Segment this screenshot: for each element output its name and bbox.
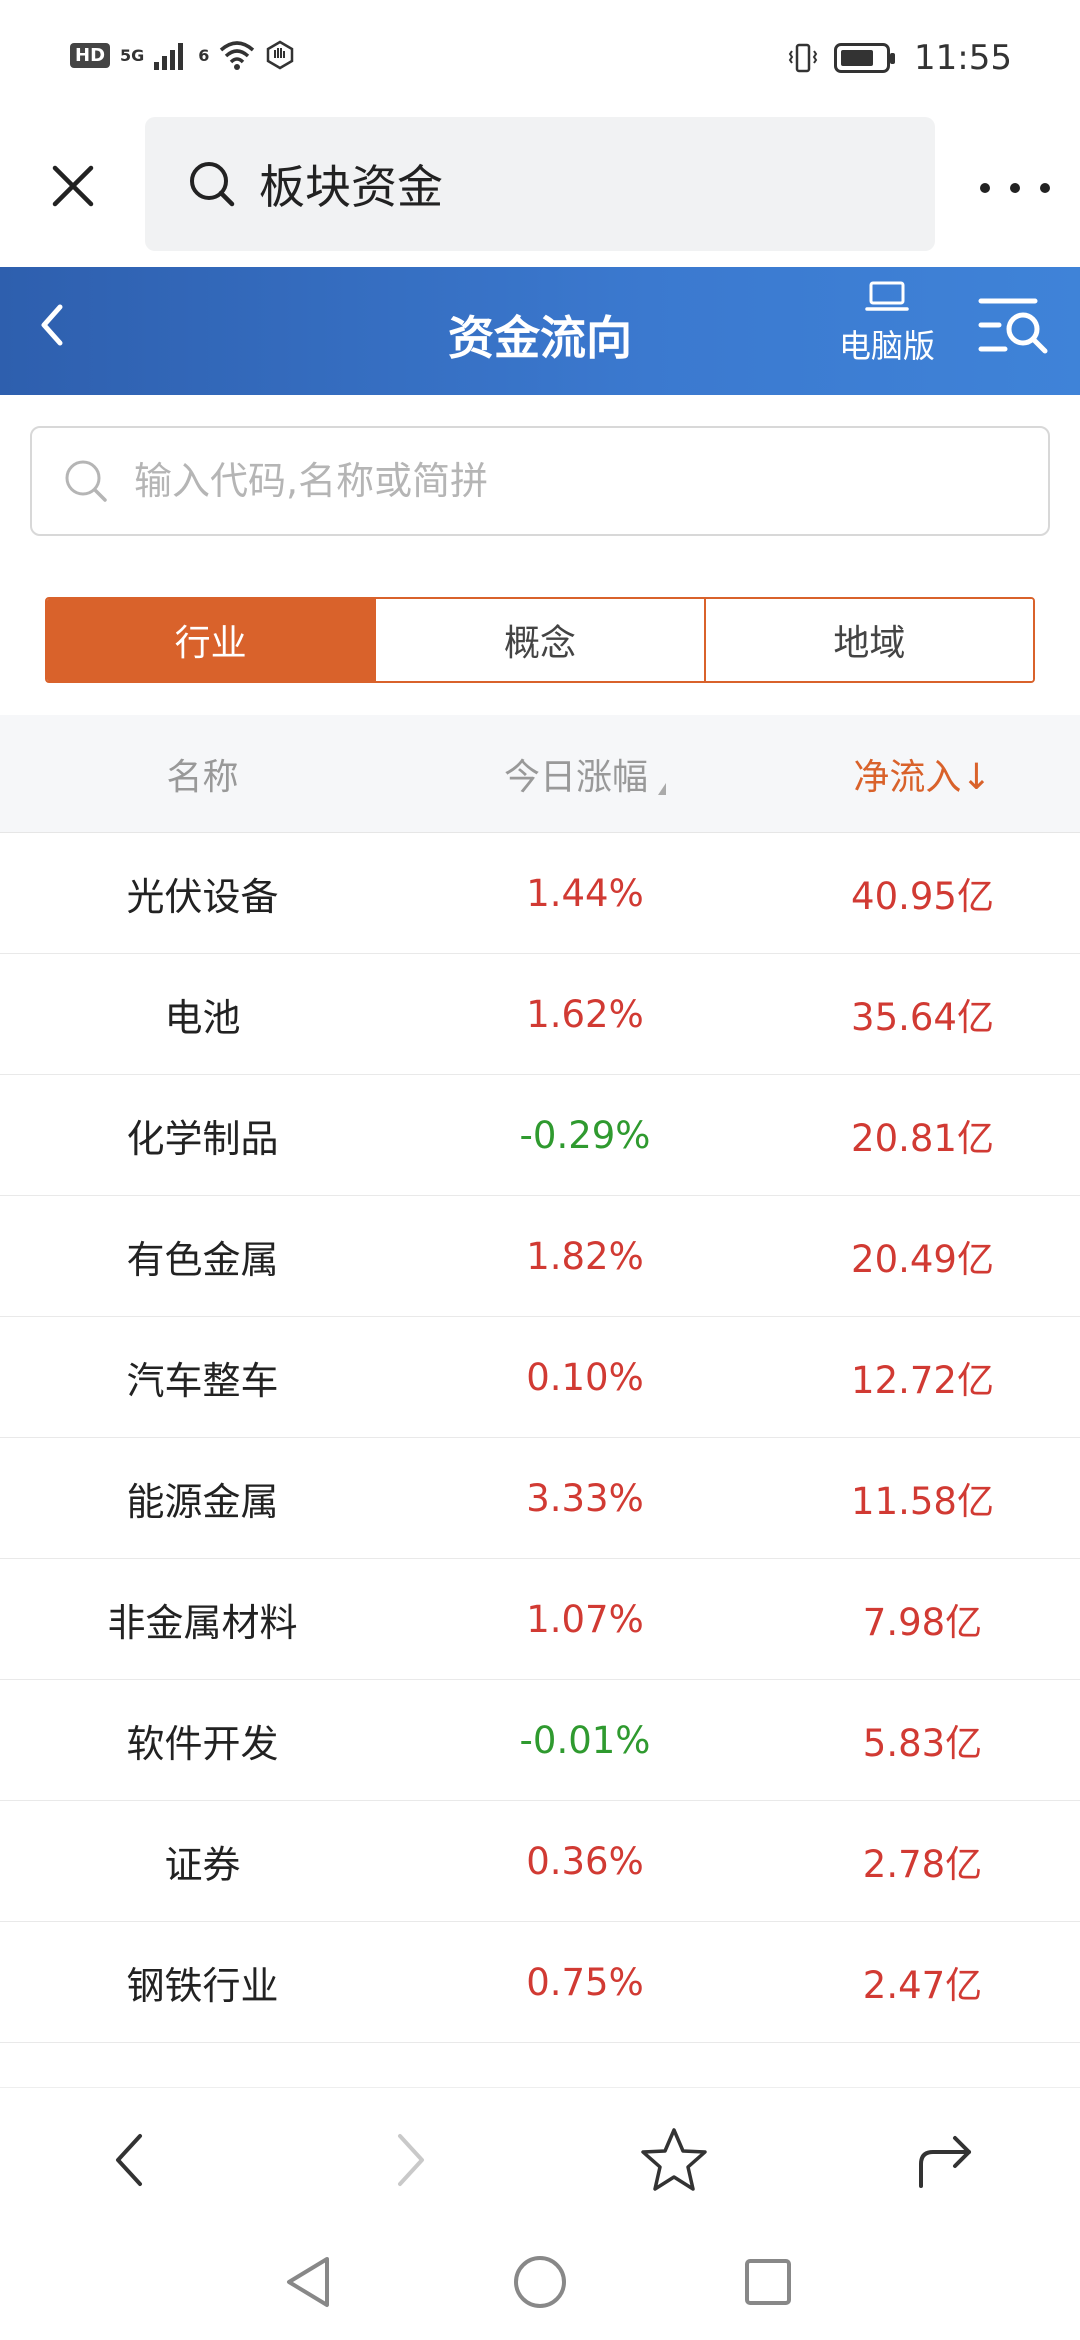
signal-icon [154, 43, 184, 70]
row-name: 电池 [164, 995, 241, 1040]
browser-bar: 板块资金 [0, 115, 1080, 265]
table-row[interactable]: 化学制品 -0.29% 20.81亿 [0, 1075, 1080, 1196]
menu-search-icon [978, 298, 1048, 354]
row-change: 0.75% [526, 1960, 644, 2004]
status-left: HD 5G 6 [70, 40, 295, 70]
row-flow: 11.58亿 [851, 1480, 994, 1523]
row-flow: 40.95亿 [851, 875, 994, 918]
row-change: -0.29% [519, 1113, 651, 1157]
row-flow: 35.64亿 [851, 996, 994, 1039]
search-icon [65, 460, 107, 502]
tab-concept[interactable]: 概念 [376, 599, 706, 681]
hand-icon [267, 40, 294, 70]
table-row[interactable]: 证券 0.36% 2.78亿 [0, 1801, 1080, 1922]
wifi-gen-label: 6 [198, 45, 210, 65]
column-name-header[interactable]: 名称 [0, 748, 405, 800]
fund-flow-table: 名称 今日涨幅 净流入↓ 光伏设备 1.44% 40.95亿 电池 1.62% … [0, 715, 1080, 2087]
row-change: 0.10% [526, 1355, 644, 1399]
row-name: 光伏设备 [126, 874, 279, 919]
table-row[interactable]: 有色金属 1.82% 20.49亿 [0, 1196, 1080, 1317]
column-change-header[interactable]: 今日涨幅 [405, 748, 765, 800]
stock-search-field[interactable] [30, 426, 1050, 536]
row-flow: 2.47亿 [862, 1964, 983, 2007]
row-flow: 12.72亿 [851, 1359, 994, 1402]
row-change: 0.36% [526, 1839, 644, 1883]
battery-fill [841, 50, 873, 66]
row-change: 1.07% [526, 1597, 644, 1641]
table-row[interactable]: 非金属材料 1.07% 7.98亿 [0, 1559, 1080, 1680]
url-search-box[interactable]: 板块资金 [145, 117, 935, 251]
bookmark-button[interactable] [634, 2120, 714, 2200]
share-icon [919, 2136, 971, 2188]
row-flow: 20.81亿 [851, 1117, 994, 1160]
table-header: 名称 今日涨幅 净流入↓ [0, 715, 1080, 833]
system-home-button[interactable] [508, 2250, 572, 2314]
pc-version-label: 电脑版 [838, 327, 935, 365]
sort-indicator-icon [658, 782, 666, 795]
status-right: 11:55 [786, 38, 1012, 78]
menu-search-button[interactable] [975, 293, 1055, 363]
page-header: 资金流向 电脑版 [0, 267, 1080, 395]
row-change: 1.44% [526, 871, 644, 915]
row-flow: 5.83亿 [862, 1722, 983, 1765]
more-icon-dot [1040, 183, 1050, 193]
close-button[interactable] [42, 155, 104, 217]
row-change: 1.82% [526, 1234, 644, 1278]
network-label: 5G [120, 45, 145, 65]
row-name: 软件开发 [126, 1721, 279, 1766]
row-flow: 20.49亿 [851, 1238, 994, 1281]
laptop-icon [865, 281, 909, 311]
battery-icon [834, 43, 896, 73]
table-row[interactable]: 光伏设备 1.44% 40.95亿 [0, 833, 1080, 954]
nav-forward-icon [398, 2134, 424, 2186]
row-name: 证券 [164, 1842, 241, 1887]
share-button[interactable] [905, 2120, 985, 2200]
nav-back-icon [116, 2134, 142, 2186]
status-bar: HD 5G 6 11:55 [0, 0, 1080, 115]
triangle-back-icon [287, 2257, 329, 2307]
column-change-label: 今日涨幅 [503, 756, 648, 798]
category-tabs: 行业 概念 地域 [45, 597, 1035, 683]
row-change: 1.62% [526, 992, 644, 1036]
more-icon-dot [1010, 183, 1020, 193]
nav-back-button[interactable] [90, 2120, 170, 2200]
system-recents-button[interactable] [736, 2250, 800, 2314]
system-back-button[interactable] [276, 2250, 340, 2314]
row-change: 3.33% [526, 1476, 644, 1520]
row-name: 汽车整车 [126, 1358, 279, 1403]
browser-bottom-nav [0, 2087, 1080, 2222]
table-row[interactable]: 电池 1.62% 35.64亿 [0, 954, 1080, 1075]
row-name: 有色金属 [126, 1237, 279, 1282]
search-icon [190, 162, 235, 207]
table-row[interactable]: 能源金属 3.33% 11.58亿 [0, 1438, 1080, 1559]
square-recents-icon [745, 2259, 791, 2305]
close-icon [52, 165, 94, 207]
row-flow: 7.98亿 [862, 1601, 983, 1644]
status-time: 11:55 [914, 38, 1012, 78]
row-name: 化学制品 [126, 1116, 279, 1161]
row-name: 非金属材料 [107, 1600, 298, 1645]
row-flow: 2.78亿 [862, 1843, 983, 1886]
more-icon [980, 183, 990, 193]
circle-home-icon [514, 2256, 566, 2308]
row-name: 钢铁行业 [126, 1963, 279, 2008]
row-name: 能源金属 [126, 1479, 279, 1524]
pc-version-button[interactable]: 电脑版 [832, 281, 942, 381]
column-flow-header[interactable]: 净流入↓ [765, 748, 1080, 800]
url-text: 板块资金 [259, 160, 443, 214]
nav-forward-button[interactable] [370, 2120, 450, 2200]
table-row[interactable]: 汽车整车 0.10% 12.72亿 [0, 1317, 1080, 1438]
tab-region[interactable]: 地域 [705, 599, 1033, 681]
more-button[interactable] [980, 173, 1050, 203]
tab-industry[interactable]: 行业 [47, 599, 377, 681]
system-nav [0, 2222, 1080, 2340]
row-change: -0.01% [519, 1718, 651, 1762]
stock-search-input[interactable] [134, 459, 984, 503]
star-icon [641, 2128, 707, 2191]
vibrate-icon [788, 43, 818, 73]
wifi-icon [220, 41, 255, 70]
table-row[interactable]: 钢铁行业 0.75% 2.47亿 [0, 1922, 1080, 2043]
table-row[interactable]: 软件开发 -0.01% 5.83亿 [0, 1680, 1080, 1801]
hd-badge: HD [70, 42, 111, 68]
